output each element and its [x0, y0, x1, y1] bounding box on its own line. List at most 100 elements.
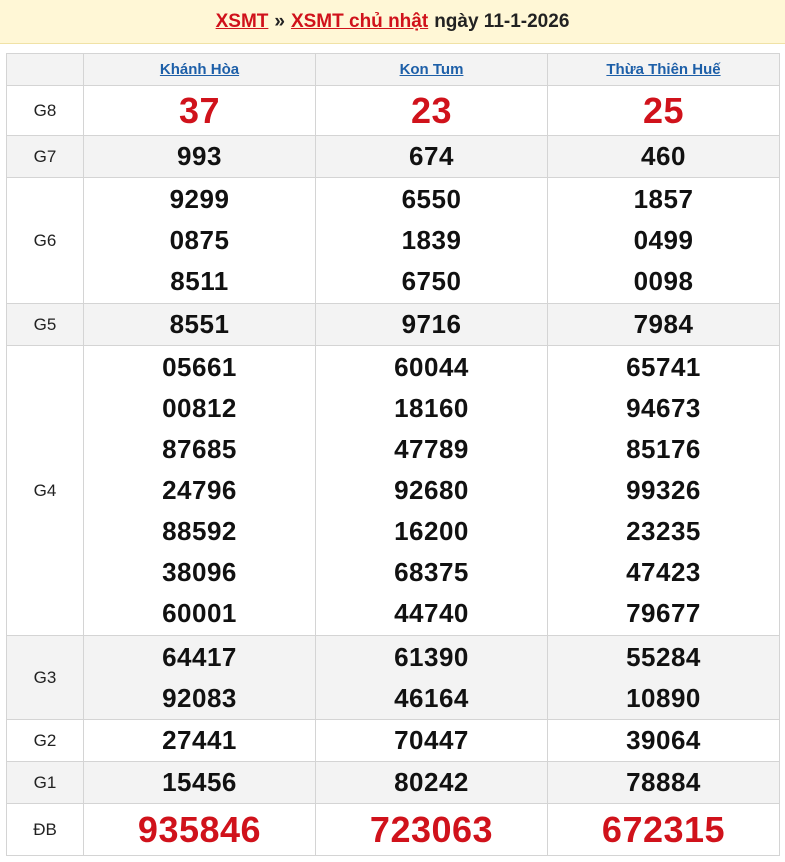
prize-cell: 9299 0875 8511	[83, 177, 316, 304]
prize-row-g8: G8 37 23 25	[6, 85, 780, 136]
lottery-number: 68375	[394, 557, 469, 587]
lottery-number: 60001	[162, 598, 237, 628]
prize-cell: 935846	[83, 803, 316, 856]
lottery-number: 8551	[169, 309, 230, 339]
prize-cell: 27441	[83, 719, 316, 762]
prize-cell: 70447	[315, 719, 548, 762]
lottery-number: 674	[409, 141, 454, 171]
lottery-number: 92083	[162, 682, 237, 713]
prize-row-g4: G4 05661 00812 87685 24796 88592 38096 60001 600…	[6, 345, 780, 636]
lottery-number: 70447	[394, 725, 469, 755]
lottery-number: 23	[410, 90, 453, 131]
prize-cell: 723063	[315, 803, 548, 856]
lottery-number: 00812	[162, 393, 237, 423]
lottery-number: 85176	[626, 434, 701, 464]
prize-cell: 7984	[547, 303, 780, 346]
lottery-number: 27441	[162, 725, 237, 755]
xsmt-link[interactable]: XSMT	[216, 11, 269, 33]
prize-row-đb: ĐB 935846 723063 672315	[6, 803, 780, 856]
prize-cell: 6550 1839 6750	[315, 177, 548, 304]
breadcrumb-separator: »	[274, 10, 285, 32]
lottery-number: 87685	[162, 434, 237, 464]
province-link-thua-thien-hue[interactable]: Thừa Thiên Huế	[606, 61, 720, 78]
lottery-number: 55284	[626, 641, 701, 672]
province-header-row: Khánh Hòa Kon Tum Thừa Thiên Huế	[6, 53, 780, 86]
prize-label: G6	[6, 177, 84, 304]
xsmt-sunday-link[interactable]: XSMT chủ nhật	[291, 11, 428, 33]
prize-cell: 05661 00812 87685 24796 88592 38096 60001	[83, 345, 316, 636]
prize-cell: 60044 18160 47789 92680 16200 68375 44740	[315, 345, 548, 636]
lottery-number: 99326	[626, 475, 701, 505]
prize-row-g7: G7 993 674 460	[6, 135, 780, 178]
province-link-kon-tum[interactable]: Kon Tum	[400, 61, 464, 78]
lottery-number: 92680	[394, 475, 469, 505]
prize-cell: 15456	[83, 761, 316, 804]
page-title: XSMT » XSMT chủ nhật ngày 11-1-2026	[0, 0, 785, 44]
prize-row-g5: G5 8551 9716 7984	[6, 303, 780, 346]
prize-cell: 674	[315, 135, 548, 178]
prize-label: ĐB	[6, 803, 84, 856]
lottery-number: 94673	[626, 393, 701, 423]
lottery-number: 88592	[162, 516, 237, 546]
prize-cell: 460	[547, 135, 780, 178]
prize-label: G8	[6, 85, 84, 136]
lottery-number: 1857	[633, 184, 694, 214]
prize-cell: 65741 94673 85176 99326 23235 47423 79677	[547, 345, 780, 636]
lottery-number: 672315	[601, 809, 726, 850]
lottery-number: 18160	[394, 393, 469, 423]
prize-cell: 39064	[547, 719, 780, 762]
province-header: Khánh Hòa	[83, 53, 316, 86]
lottery-number: 23235	[626, 516, 701, 546]
lottery-number: 44740	[394, 598, 469, 628]
lottery-number: 61390	[394, 641, 469, 672]
lottery-number: 9716	[401, 309, 462, 339]
corner-cell	[6, 53, 84, 86]
province-header: Kon Tum	[315, 53, 548, 86]
prize-cell: 23	[315, 85, 548, 136]
prize-label: G4	[6, 345, 84, 636]
lottery-number: 935846	[137, 809, 262, 850]
lottery-number: 723063	[369, 809, 494, 850]
prize-label: G2	[6, 719, 84, 762]
lottery-number: 46164	[394, 682, 469, 713]
lottery-number: 80242	[394, 767, 469, 797]
prize-label: G7	[6, 135, 84, 178]
lottery-number: 79677	[626, 598, 701, 628]
lottery-number: 16200	[394, 516, 469, 546]
prize-row-g6: G6 9299 0875 8511 6550 1839 6750 1857 0499 0098	[6, 177, 780, 304]
prize-cell: 1857 0499 0098	[547, 177, 780, 304]
prize-cell: 8551	[83, 303, 316, 346]
prize-label: G5	[6, 303, 84, 346]
lottery-number: 38096	[162, 557, 237, 587]
lottery-number: 65741	[626, 352, 701, 382]
province-header: Thừa Thiên Huế	[547, 53, 780, 86]
province-link-khanh-hoa[interactable]: Khánh Hòa	[160, 61, 239, 78]
lottery-number: 0499	[633, 225, 694, 255]
lottery-number: 39064	[626, 725, 701, 755]
lottery-number: 47789	[394, 434, 469, 464]
lottery-number: 24796	[162, 475, 237, 505]
lottery-number: 6750	[401, 266, 462, 296]
lottery-number: 460	[641, 141, 686, 171]
lottery-number: 6550	[401, 184, 462, 214]
lottery-number: 60044	[394, 352, 469, 382]
results-table: Khánh Hòa Kon Tum Thừa Thiên Huế G8 37 23 2…	[6, 53, 780, 856]
prize-label: G3	[6, 635, 84, 720]
lottery-number: 1839	[401, 225, 462, 255]
prize-row-g3: G3 64417 92083 61390 46164 55284 10890	[6, 635, 780, 720]
lottery-number: 9299	[169, 184, 230, 214]
prize-row-g1: G1 15456 80242 78884	[6, 761, 780, 804]
prize-cell: 80242	[315, 761, 548, 804]
lottery-number: 05661	[162, 352, 237, 382]
prize-cell: 78884	[547, 761, 780, 804]
prize-cell: 61390 46164	[315, 635, 548, 720]
lottery-number: 0098	[633, 266, 694, 296]
lottery-number: 10890	[626, 682, 701, 713]
prize-cell: 55284 10890	[547, 635, 780, 720]
prize-cell: 672315	[547, 803, 780, 856]
prize-cell: 37	[83, 85, 316, 136]
lottery-number: 25	[642, 90, 685, 131]
prize-cell: 64417 92083	[83, 635, 316, 720]
prize-cell: 9716	[315, 303, 548, 346]
prize-cell: 25	[547, 85, 780, 136]
